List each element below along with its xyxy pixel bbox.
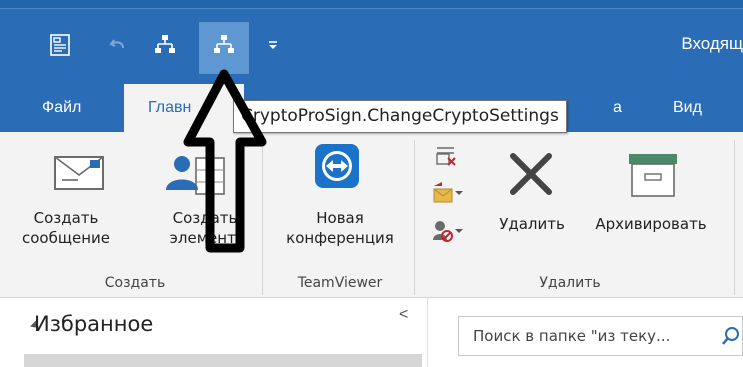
tab-view[interactable]: Вид — [673, 84, 702, 132]
new-message-label-1: Создать — [33, 209, 99, 227]
command-tooltip: CryptoProSign.ChangeCryptoSettings — [233, 100, 567, 133]
search-icon[interactable] — [720, 325, 742, 352]
new-conference-button[interactable]: Новая конференция — [265, 208, 415, 248]
new-conference-label-1: Новая — [316, 209, 364, 227]
undo-icon[interactable] — [103, 30, 133, 60]
window-top-line — [0, 8, 743, 9]
search-input[interactable]: Поиск в папке "из теку... — [458, 316, 743, 356]
tab-partial[interactable]: а — [613, 84, 622, 132]
ribbon: Создать сообщение Создать элемент▾ Новая… — [0, 132, 743, 298]
message-icon[interactable] — [45, 30, 75, 60]
group-separator — [414, 140, 415, 295]
pane-divider — [427, 298, 428, 367]
tab-file[interactable]: Файл — [42, 84, 81, 132]
group-label-delete: Удалить — [539, 275, 601, 291]
main-area: Избранное < Поиск в папке "из теку... — [0, 298, 743, 367]
delete-button[interactable]: Удалить — [490, 214, 574, 234]
new-message-label-2: сообщение — [22, 229, 110, 247]
archive-button[interactable]: Архивировать — [576, 214, 726, 234]
teamviewer-icon[interactable] — [313, 142, 361, 190]
group-separator — [734, 140, 735, 295]
junk-icon[interactable] — [431, 218, 467, 248]
group-label-teamviewer: TeamViewer — [297, 275, 383, 291]
network-icon[interactable] — [150, 30, 180, 60]
group-label-create: Создать — [104, 275, 166, 291]
collapse-pane-icon[interactable]: < — [399, 306, 408, 324]
delete-icon[interactable] — [505, 148, 557, 200]
quick-access-toolbar: Входящ — [0, 0, 743, 84]
window-top-strip — [0, 0, 743, 8]
archive-icon[interactable] — [623, 148, 683, 202]
favorites-row[interactable] — [24, 354, 422, 367]
new-conference-label-2: конференция — [286, 229, 394, 247]
new-message-button[interactable]: Создать сообщение — [6, 208, 126, 248]
window-title: Входящ — [681, 34, 743, 53]
ignore-icon[interactable] — [431, 144, 461, 174]
favorites-header[interactable]: Избранное — [34, 312, 153, 336]
new-message-icon[interactable] — [48, 150, 108, 200]
cleanup-icon[interactable] — [431, 180, 467, 210]
pointer-arrow-annotation — [183, 69, 267, 253]
customize-dropdown-icon[interactable] — [258, 30, 288, 60]
search-placeholder: Поиск в папке "из теку... — [473, 327, 671, 345]
network-icon-active[interactable] — [209, 30, 239, 60]
